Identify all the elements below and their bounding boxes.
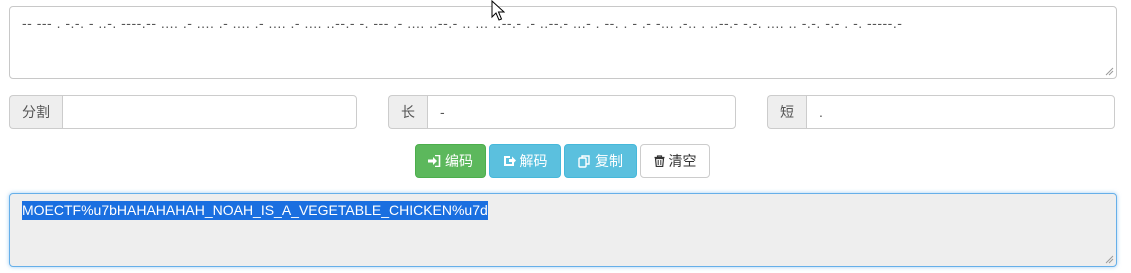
output-text: MOECTF%u7bHAHAHAHAH_NOAH_IS_A_VEGETABLE_… bbox=[22, 201, 488, 220]
morse-tool: -- --- . -.-. - ..-. ----.-- .... .- ...… bbox=[0, 0, 1131, 273]
decode-button[interactable]: 解码 bbox=[489, 144, 561, 178]
copy-icon bbox=[578, 154, 590, 168]
encode-label: 编码 bbox=[445, 154, 473, 170]
mouse-cursor-icon bbox=[491, 0, 505, 21]
resize-handle-icon[interactable] bbox=[1105, 67, 1114, 76]
clear-label: 清空 bbox=[668, 154, 697, 170]
clear-button[interactable]: 清空 bbox=[640, 144, 710, 178]
long-input-group: 长 - bbox=[388, 95, 736, 129]
morse-input-text: -- --- . -.-. - ..-. ----.-- .... .- ...… bbox=[22, 15, 903, 31]
short-field[interactable]: . bbox=[806, 95, 1115, 129]
sign-in-icon bbox=[428, 155, 441, 167]
long-field[interactable]: - bbox=[427, 95, 736, 129]
split-field[interactable] bbox=[62, 95, 357, 129]
short-label: 短 bbox=[767, 95, 806, 129]
decode-label: 解码 bbox=[519, 154, 548, 170]
copy-label: 复制 bbox=[595, 154, 623, 170]
copy-button[interactable]: 复制 bbox=[564, 144, 637, 178]
split-input-group: 分割 bbox=[9, 95, 357, 129]
split-label: 分割 bbox=[9, 95, 62, 129]
output-textarea[interactable]: MOECTF%u7bHAHAHAHAH_NOAH_IS_A_VEGETABLE_… bbox=[9, 193, 1117, 267]
resize-handle-icon[interactable] bbox=[1105, 255, 1114, 264]
encode-button[interactable]: 编码 bbox=[415, 144, 486, 178]
morse-input-textarea[interactable]: -- --- . -.-. - ..-. ----.-- .... .- ...… bbox=[9, 6, 1117, 79]
short-input-group: 短 . bbox=[767, 95, 1115, 129]
share-icon bbox=[503, 156, 516, 166]
trash-icon bbox=[654, 155, 664, 167]
long-label: 长 bbox=[388, 95, 427, 129]
